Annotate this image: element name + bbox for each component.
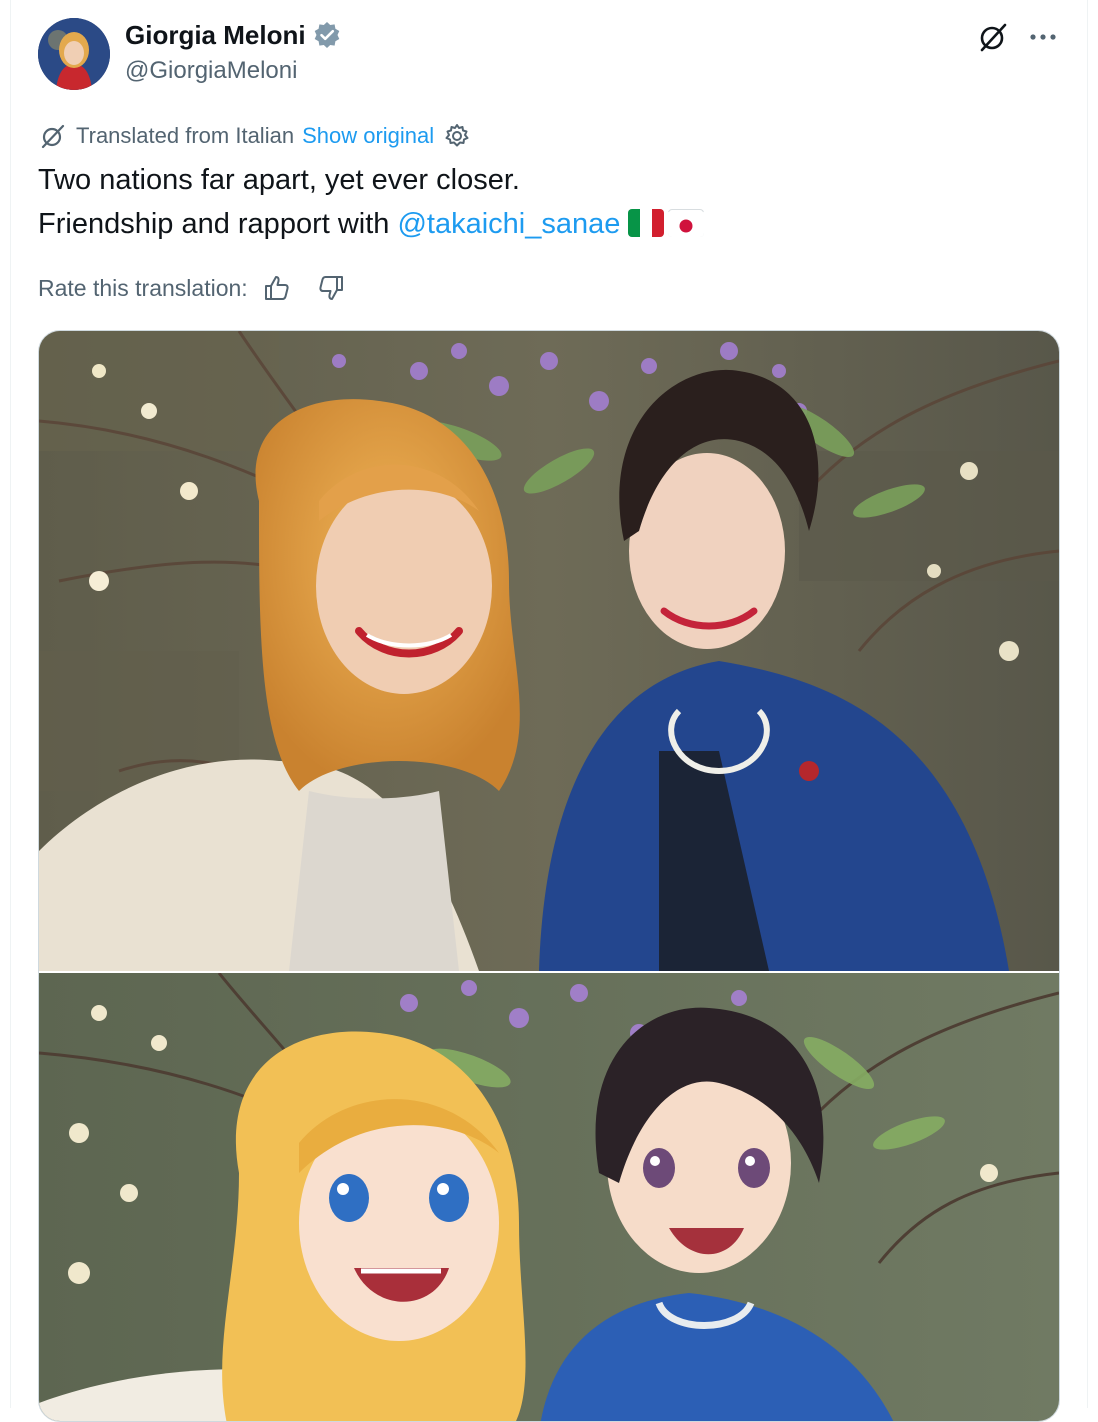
gear-icon[interactable]: [442, 121, 472, 151]
translated-label: Translated from Italian: [76, 123, 295, 148]
show-original-link[interactable]: Show original: [302, 123, 434, 149]
avatar[interactable]: [38, 18, 110, 90]
tweet-line-2-text: Friendship and rapport with: [38, 208, 398, 240]
anime-style-illustration[interactable]: [39, 973, 1059, 1421]
selfie-photo[interactable]: [39, 331, 1059, 971]
tweet-text: Two nations far apart, yet ever closer. …: [38, 158, 705, 246]
grok-slash-icon[interactable]: [976, 20, 1010, 54]
rate-label: Rate this translation:: [38, 274, 248, 301]
tweet-line-1: Two nations far apart, yet ever closer.: [38, 164, 520, 196]
tweet-line-2: Friendship and rapport with @takaichi_sa…: [38, 202, 705, 246]
mention-link[interactable]: @takaichi_sanae: [397, 208, 620, 240]
japan-flag-icon: [668, 209, 705, 237]
translation-row: Translated from Italian Show original: [38, 120, 472, 152]
media-grid[interactable]: [38, 330, 1060, 1422]
rate-translation-row: Rate this translation:: [38, 270, 346, 306]
author-handle[interactable]: @GiorgiaMeloni: [125, 56, 297, 86]
translate-icon: [38, 121, 68, 151]
thumbs-down-icon[interactable]: [316, 273, 346, 303]
verified-badge-icon[interactable]: [312, 20, 342, 50]
thumbs-up-icon[interactable]: [262, 273, 292, 303]
flag-emojis: [628, 209, 705, 237]
italy-flag-icon: [628, 209, 665, 237]
author-display-name[interactable]: Giorgia Meloni: [125, 18, 306, 52]
more-dots-icon[interactable]: [1026, 20, 1060, 54]
author-name-row[interactable]: Giorgia Meloni: [125, 18, 342, 52]
